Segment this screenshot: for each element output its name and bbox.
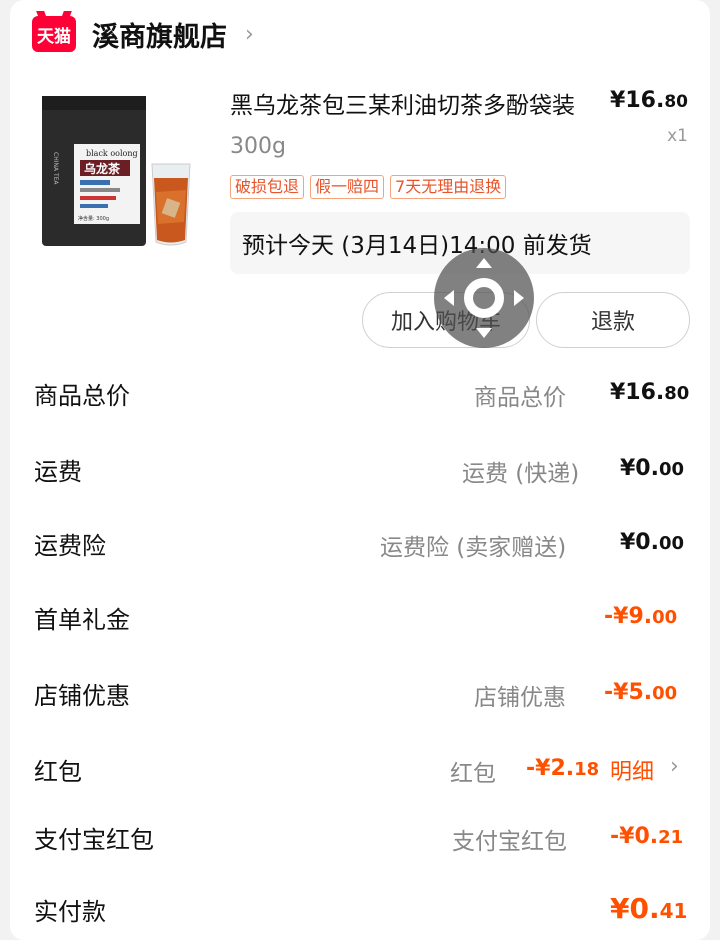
row-alipay-packet: 支付宝红包 支付宝红包 -¥0.21	[10, 820, 710, 860]
tag-fake-compensation: 假一赔四	[310, 175, 385, 199]
row-amount: -¥0.21	[610, 824, 684, 849]
row-red-packet[interactable]: 红包 红包 -¥2.18 明细 ›	[10, 752, 710, 792]
row-amount: -¥9.00	[604, 604, 678, 629]
row-desc: 运费险 (卖家赠送)	[380, 535, 567, 561]
paid-amount: ¥0.41	[610, 892, 688, 925]
row-amount: ¥0.00	[620, 456, 685, 481]
row-amount: ¥16.80	[610, 380, 690, 405]
product-quantity: x1	[667, 126, 688, 146]
row-desc: 支付宝红包	[452, 829, 567, 855]
row-desc: 店铺优惠	[474, 685, 566, 711]
product-title[interactable]: 黑乌龙茶包三某利油切茶多酚袋装	[230, 86, 595, 120]
tag-7-day-return: 7天无理由退换	[390, 175, 507, 199]
shop-name[interactable]: 溪商旗舰店	[92, 15, 227, 54]
arrow-right-icon	[514, 290, 524, 306]
detail-link[interactable]: 明细	[610, 754, 654, 786]
ring-icon	[464, 278, 504, 318]
row-label: 运费	[34, 458, 82, 486]
row-subtotal: 商品总价 商品总价 ¥16.80	[10, 376, 710, 416]
arrow-left-icon	[444, 290, 454, 306]
row-first-gift: 首单礼金 -¥9.00	[10, 600, 710, 640]
row-label: 首单礼金	[34, 606, 130, 634]
package-weight-text: 净含量: 300g	[78, 215, 109, 222]
row-label: 商品总价	[34, 382, 130, 410]
row-desc: 红包	[450, 761, 496, 787]
refund-button[interactable]: 退款	[536, 292, 690, 348]
row-paid: 实付款 ¥0.41	[10, 892, 710, 932]
chevron-right-icon[interactable]: ›	[245, 22, 254, 47]
row-label: 运费险	[34, 532, 106, 560]
row-amount: -¥2.18	[526, 756, 600, 781]
row-amount: -¥5.00	[604, 680, 678, 705]
arrow-down-icon	[476, 328, 492, 338]
product-image[interactable]: CHINA TEA black oolong 乌龙茶 净含量: 300g	[40, 92, 195, 252]
row-label: 红包	[34, 758, 82, 786]
row-shipping: 运费 运费 (快递) ¥0.00	[10, 452, 710, 492]
assistive-touch-button[interactable]	[434, 248, 534, 348]
row-desc: 商品总价	[474, 385, 566, 411]
order-card: 天猫 溪商旗舰店 › CHINA TEA black oolong 乌龙茶 净含…	[10, 0, 710, 940]
row-label: 实付款	[34, 898, 106, 926]
row-amount: ¥0.00	[620, 530, 685, 555]
product-sku: 300g	[230, 134, 286, 159]
tag-damage-return: 破损包退	[230, 175, 305, 199]
row-label: 店铺优惠	[34, 682, 130, 710]
row-label: 支付宝红包	[34, 826, 154, 854]
package-en-text: black oolong	[86, 149, 138, 158]
row-store-discount: 店铺优惠 店铺优惠 -¥5.00	[10, 676, 710, 716]
package-cn-text: 乌龙茶	[84, 161, 121, 176]
row-desc: 运费 (快递)	[462, 461, 580, 487]
shop-header[interactable]: 天猫 溪商旗舰店 ›	[32, 14, 254, 54]
tmall-logo-icon: 天猫	[32, 16, 76, 52]
product-price: ¥16.80	[610, 88, 688, 113]
chevron-right-icon[interactable]: ›	[670, 754, 679, 779]
arrow-up-icon	[476, 258, 492, 268]
package-side-text: CHINA TEA	[52, 152, 59, 185]
row-insurance: 运费险 运费险 (卖家赠送) ¥0.00	[10, 526, 710, 566]
service-tags: 破损包退 假一赔四 7天无理由退换	[230, 175, 507, 199]
